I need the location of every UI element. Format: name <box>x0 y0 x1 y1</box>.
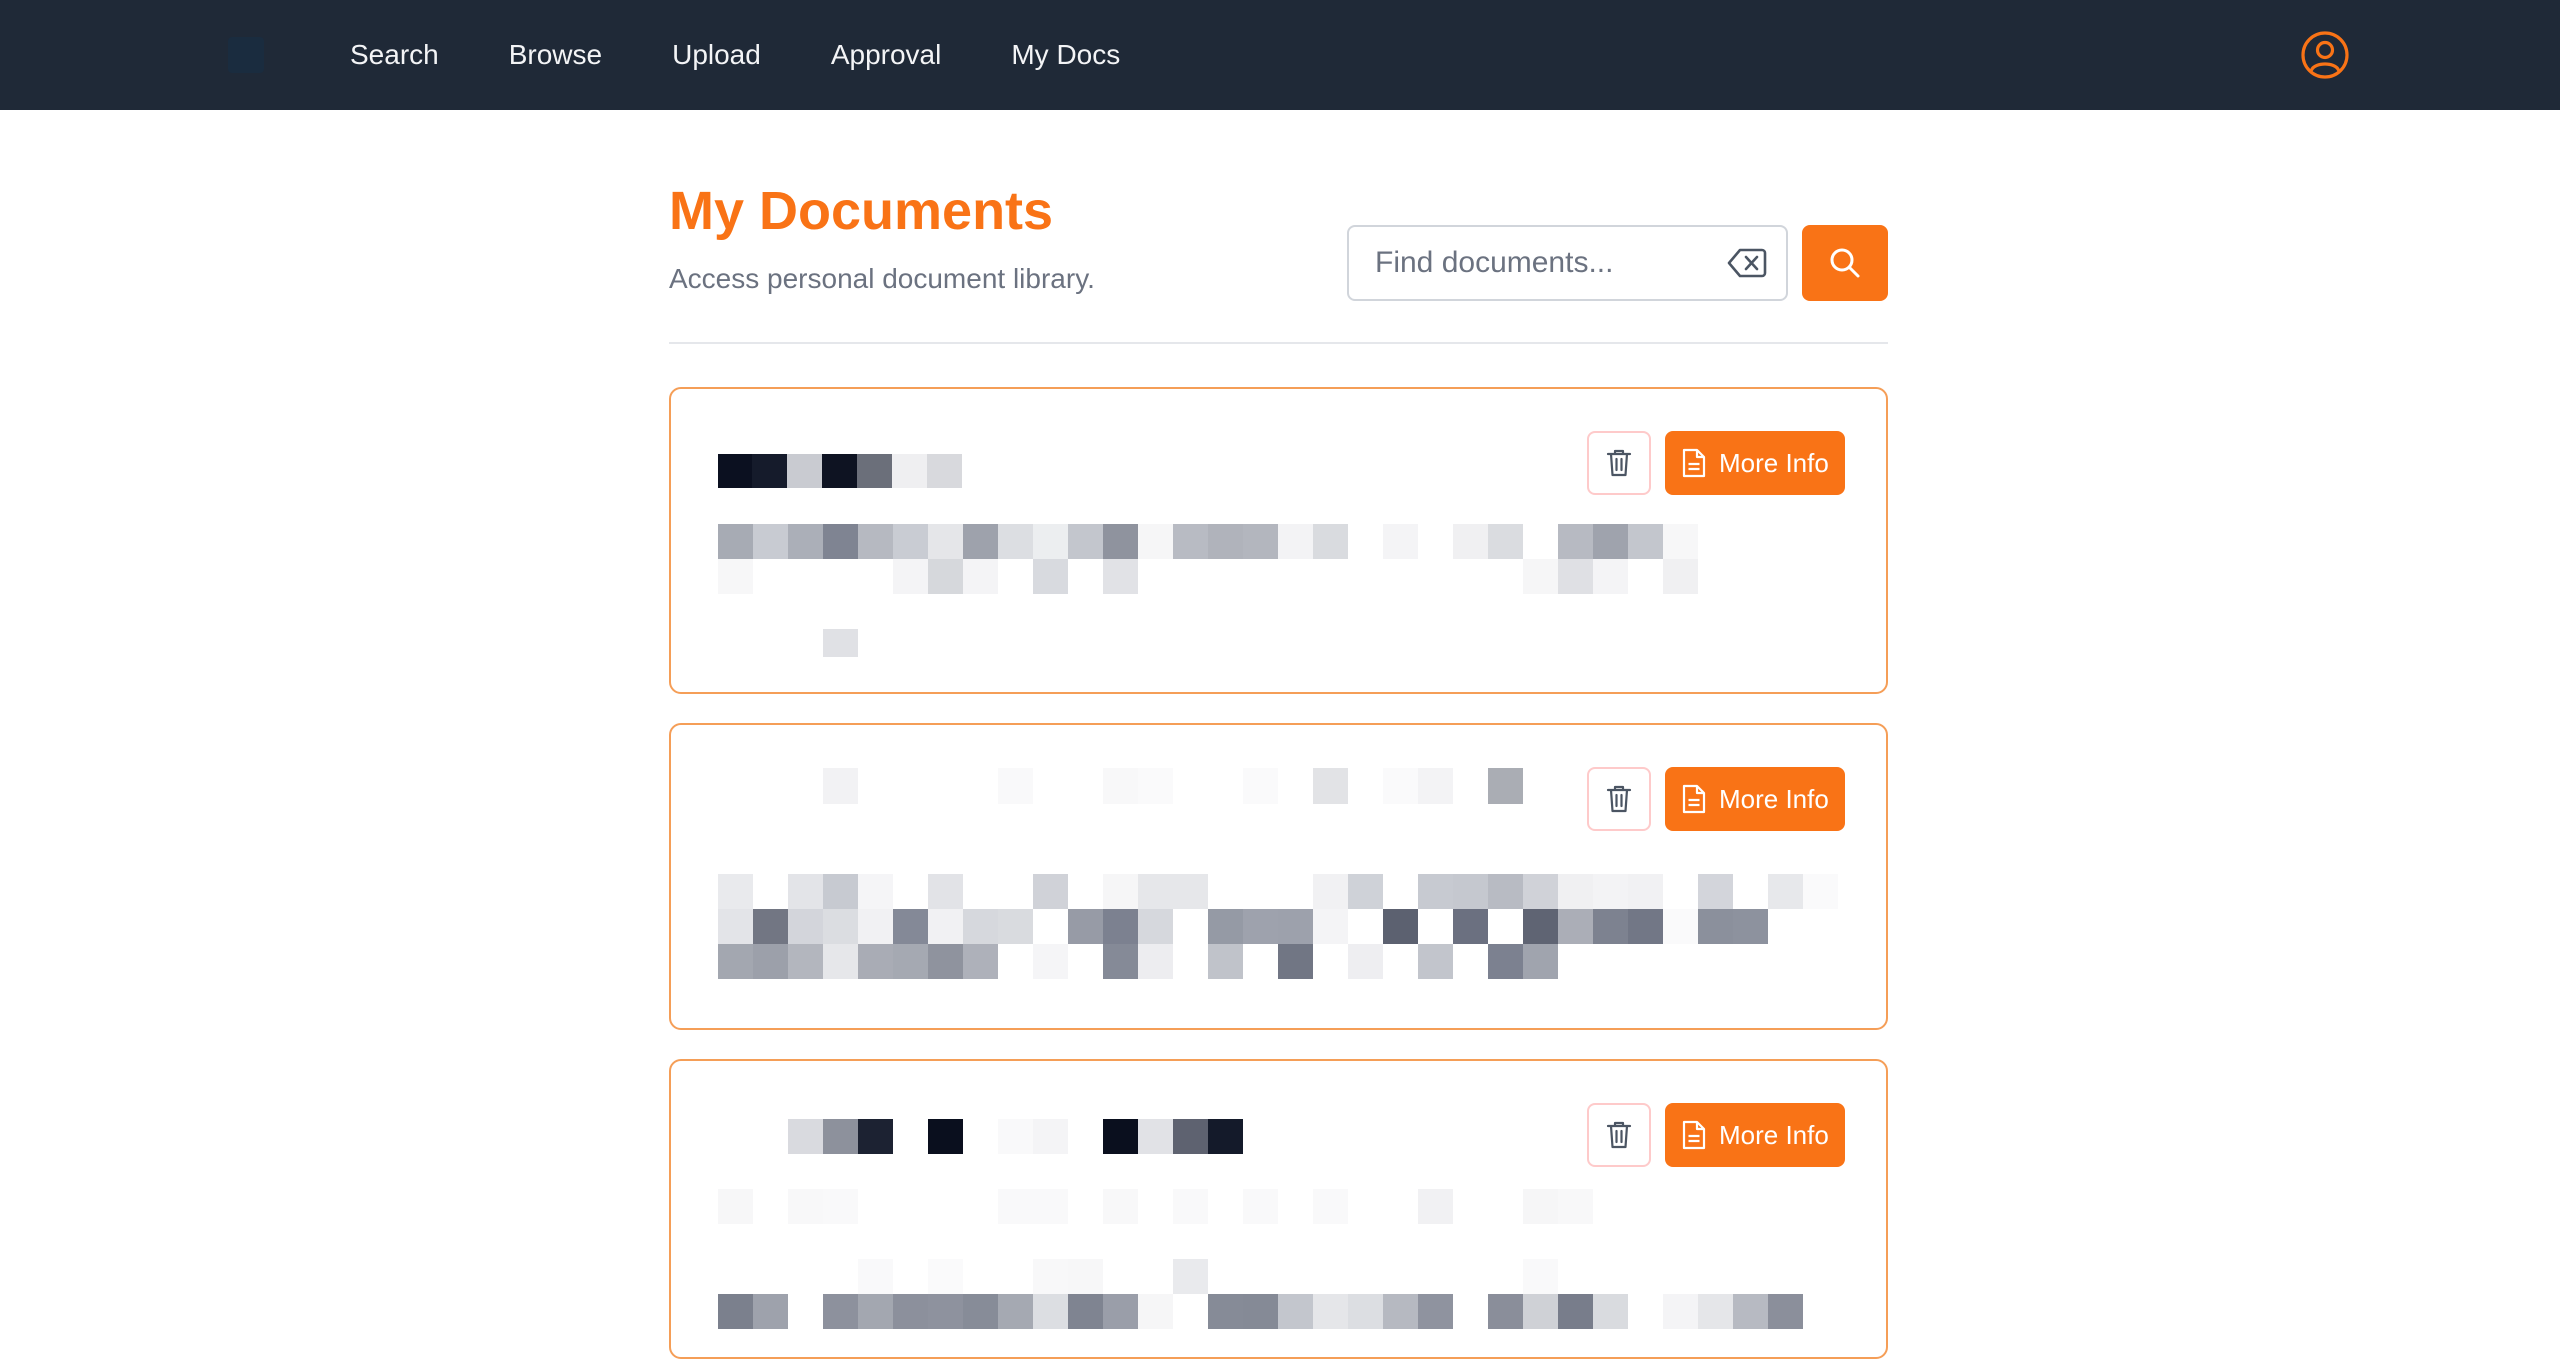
header-divider <box>669 342 1888 344</box>
more-info-label: More Info <box>1719 447 1829 478</box>
clear-search-button[interactable] <box>1727 245 1767 281</box>
more-info-label: More Info <box>1719 1119 1829 1150</box>
document-icon <box>1682 784 1706 814</box>
page-subtitle: Access personal document library. <box>669 263 1095 294</box>
trash-icon <box>1606 1121 1632 1149</box>
nav-item-search[interactable]: Search <box>350 39 439 71</box>
page-title: My Documents <box>669 181 1054 241</box>
main-nav: Search Browse Upload Approval My Docs <box>350 0 1190 110</box>
user-menu-button[interactable] <box>2299 29 2351 81</box>
top-navbar: Search Browse Upload Approval My Docs <box>0 0 2560 110</box>
more-info-button[interactable]: More Info <box>1665 767 1845 831</box>
search-icon <box>1830 248 1860 278</box>
document-card: More Info <box>669 387 1888 694</box>
nav-item-upload[interactable]: Upload <box>672 39 761 71</box>
more-info-button[interactable]: More Info <box>1665 1103 1845 1167</box>
trash-icon <box>1606 449 1632 477</box>
delete-button[interactable] <box>1587 1103 1651 1167</box>
logo[interactable] <box>228 37 264 73</box>
more-info-button[interactable]: More Info <box>1665 431 1845 495</box>
delete-button[interactable] <box>1587 431 1651 495</box>
backspace-icon <box>1727 248 1767 278</box>
search-input[interactable] <box>1349 227 1709 299</box>
search-box <box>1347 225 1788 301</box>
nav-item-my-docs[interactable]: My Docs <box>1011 39 1120 71</box>
nav-item-browse[interactable]: Browse <box>509 39 602 71</box>
document-icon <box>1682 448 1706 478</box>
trash-icon <box>1606 785 1632 813</box>
document-icon <box>1682 1120 1706 1150</box>
nav-item-approval[interactable]: Approval <box>831 39 942 71</box>
more-info-label: More Info <box>1719 783 1829 814</box>
delete-button[interactable] <box>1587 767 1651 831</box>
document-card: More Info <box>669 1059 1888 1359</box>
search-button[interactable] <box>1802 225 1888 301</box>
document-card: More Info <box>669 723 1888 1030</box>
user-circle-icon <box>2301 31 2349 79</box>
